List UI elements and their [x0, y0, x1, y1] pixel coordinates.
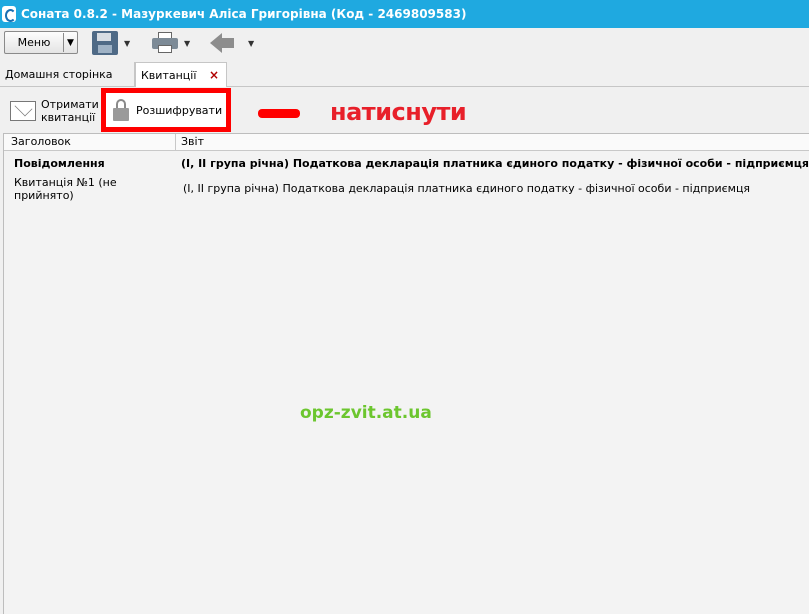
- row-report-cell: (I, II група річна) Податкова декларація…: [180, 157, 809, 170]
- save-button[interactable]: ▼: [92, 31, 130, 55]
- save-icon: [92, 31, 118, 55]
- menu-dropdown-icon[interactable]: ▼: [64, 38, 77, 48]
- row-title-cell: Квитанція №1 (не прийнято): [14, 175, 117, 202]
- tab-home-label: Домашня сторінка: [5, 68, 113, 81]
- table-row[interactable]: Повідомлення (I, II група річна) Податко…: [4, 151, 809, 176]
- back-dropdown-icon[interactable]: ▼: [248, 39, 254, 48]
- window-title: Соната 0.8.2 - Мазуркевич Аліса Григорів…: [21, 7, 467, 21]
- table-header: Заголовок Звіт: [4, 134, 809, 151]
- back-arrow-icon: [210, 33, 234, 53]
- lock-icon: [113, 99, 129, 121]
- column-header-title[interactable]: Заголовок: [4, 134, 176, 150]
- tab-home[interactable]: Домашня сторінка: [0, 62, 135, 87]
- print-icon: [152, 32, 178, 54]
- decrypt-button[interactable]: Розшифрувати: [101, 88, 231, 132]
- tab-receipts[interactable]: Квитанції ×: [135, 62, 227, 88]
- main-toolbar: Меню ▼ ▼ ▼ ▼: [0, 28, 809, 58]
- back-button[interactable]: ▼: [210, 31, 254, 55]
- receive-receipts-label: Отримати квитанції: [41, 98, 99, 124]
- receive-receipts-button[interactable]: Отримати квитанції: [10, 98, 99, 124]
- tab-strip: Домашня сторінка Квитанції ×: [0, 58, 809, 88]
- save-dropdown-icon[interactable]: ▼: [124, 39, 130, 48]
- table-row[interactable]: Квитанція №1 (не прийнято) (I, II група …: [4, 175, 809, 202]
- title-bar: Соната 0.8.2 - Мазуркевич Аліса Григорів…: [0, 0, 809, 28]
- close-tab-icon[interactable]: ×: [209, 68, 219, 82]
- menu-button-label: Меню: [17, 36, 51, 49]
- print-button[interactable]: ▼: [152, 31, 190, 55]
- site-watermark: opz-zvit.at.ua: [300, 403, 432, 423]
- column-header-report[interactable]: Звіт: [176, 134, 204, 150]
- receipts-table: Заголовок Звіт Повідомлення (I, II група…: [3, 133, 809, 614]
- row-report-cell: (I, II група річна) Податкова декларація…: [183, 182, 751, 195]
- print-dropdown-icon[interactable]: ▼: [184, 39, 190, 48]
- menu-button[interactable]: Меню ▼: [4, 31, 78, 54]
- tab-receipts-label: Квитанції: [141, 69, 197, 82]
- row-title-cell: Повідомлення: [14, 157, 105, 170]
- annotation-callout: натиснути: [330, 98, 467, 126]
- annotation-dash: [258, 109, 300, 118]
- envelope-icon: [10, 101, 36, 121]
- decrypt-button-label: Розшифрувати: [136, 103, 223, 117]
- app-logo-icon: [2, 6, 16, 22]
